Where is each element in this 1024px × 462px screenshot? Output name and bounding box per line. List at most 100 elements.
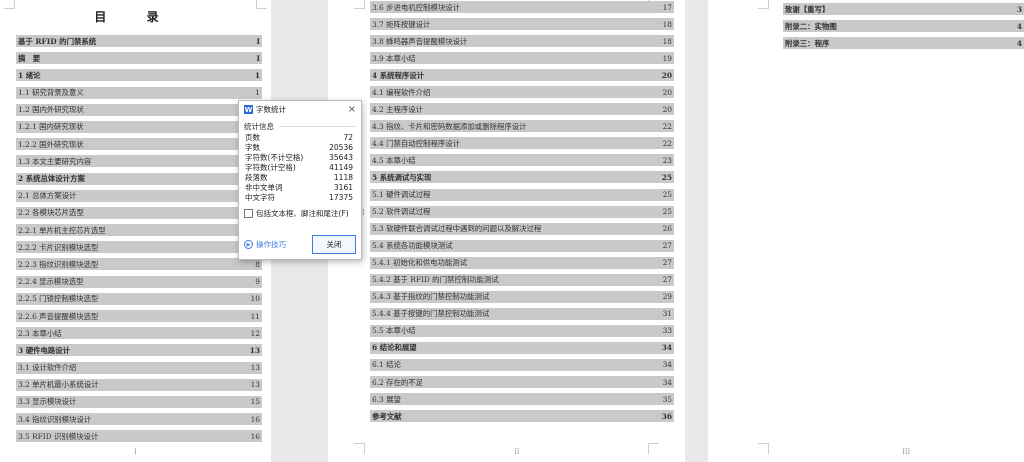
toc-entry-page: 10 xyxy=(250,294,260,304)
toc-entry[interactable]: 3.6 步进电机控制模块设计 17 xyxy=(370,1,674,13)
toc-entry[interactable]: 5 系统调试与实现 25 xyxy=(370,171,674,184)
close-icon[interactable]: × xyxy=(348,104,356,115)
toc-entry[interactable]: 2.2 各模块芯片选型3 xyxy=(16,206,262,219)
toc-entry[interactable]: 3.8 蜂鸣器声音提醒模块设计 18 xyxy=(370,35,674,48)
page-footer-number: II xyxy=(514,448,520,456)
toc-entry[interactable]: 6.2 存在的不足 34 xyxy=(370,376,674,389)
toc-entry[interactable]: 6.1 结论 34 xyxy=(370,358,674,371)
document-page-1: 目 录 基于 RFID 的门禁系统 I 摘 要I1 绪论 1 1.1 研究背景及意义 1 1… xyxy=(0,0,271,462)
toc-entry-label: 1.2 国内外研究现状 xyxy=(18,105,84,115)
toc-entry[interactable]: 1.3 本文主要研究内容2 xyxy=(16,155,262,168)
toc-entry-page: 34 xyxy=(662,377,672,387)
toc-entry-page: 8 xyxy=(255,259,260,269)
toc-entry[interactable]: 致谢【重写】 3 xyxy=(783,3,1024,15)
toc-entry[interactable]: 附录三：程序 4 xyxy=(783,37,1024,50)
dialog-header[interactable]: W 字数统计 × xyxy=(239,101,361,118)
toc-entry[interactable]: 5.1 硬件调试过程 25 xyxy=(370,188,674,201)
stats-row: 字数 20536 xyxy=(239,143,361,153)
toc-entry[interactable]: 1.1 研究背景及意义 1 xyxy=(16,86,262,99)
toc-entry[interactable]: 6.3 展望 35 xyxy=(370,393,674,406)
toc-entry[interactable]: 2.2.4 显示模块选型 9 xyxy=(16,275,262,288)
toc-entry-label: 6 结论和展望 xyxy=(372,343,417,353)
toc-entry[interactable]: 5.5 本章小结 33 xyxy=(370,324,674,337)
toc-entry[interactable]: 6 结论和展望 34 xyxy=(370,341,674,354)
include-textbox-checkbox[interactable] xyxy=(244,209,253,218)
toc-entry-label: 附录三：程序 xyxy=(785,38,830,48)
toc-entry[interactable]: 4.2 主程序设计 20 xyxy=(370,103,674,116)
toc-entry-page: I xyxy=(256,53,260,63)
toc-entry-page: 12 xyxy=(250,328,260,338)
stat-value: 20536 xyxy=(329,143,353,152)
toc-entry[interactable]: 5.4.4 基于按键的门禁控制功能测试 31 xyxy=(370,307,674,320)
toc-entry[interactable]: 基于 RFID 的门禁系统 I xyxy=(16,35,262,47)
toc-entry[interactable]: 参考文献 36 xyxy=(370,410,674,423)
toc-entry[interactable]: 3.7 矩阵按键设计 18 xyxy=(370,18,674,31)
stats-section-label: 统计信息 xyxy=(244,122,274,131)
toc-entry[interactable]: 5.2 软件调试过程 25 xyxy=(370,205,674,218)
toc-entry[interactable]: 2.2.1 单片机主控芯片选型4 xyxy=(16,224,262,237)
dialog-title: 字数统计 xyxy=(256,105,286,114)
toc-entry[interactable]: 2 系统总体设计方案3 xyxy=(16,172,262,185)
toc-entry[interactable]: 5.3 软硬件联合调试过程中遇到的问题以及解决过程 26 xyxy=(370,222,674,235)
toc-entry-page: 25 xyxy=(662,207,672,217)
stats-table: 页数 72 字数 20536 字符数(不计空格) 35643 字符数(计空格) 41149 段落… xyxy=(239,133,361,203)
toc-entry-label: 摘 要 xyxy=(18,53,41,63)
toc-entry-label: 6.1 结论 xyxy=(372,360,401,370)
toc-entry[interactable]: 3.1 设计软件介绍 13 xyxy=(16,361,262,374)
toc-entry[interactable]: 2.2.6 声音提醒模块选型 11 xyxy=(16,310,262,322)
tips-label: 操作技巧 xyxy=(256,240,286,249)
toc-entry[interactable]: 3.2 单片机最小系统设计 13 xyxy=(16,378,262,391)
toc-entry-page: 13 xyxy=(250,363,260,373)
toc-entry[interactable]: 3.9 本章小结 19 xyxy=(370,52,674,65)
toc-entry-label: 2.2.4 显示模块选型 xyxy=(18,277,84,287)
toc-entry-label: 2.3 本章小结 xyxy=(18,328,62,338)
toc-entry[interactable]: 5.4.2 基于 RFID 的门禁控制功能测试 27 xyxy=(370,273,674,286)
include-textbox-checkbox-row[interactable]: 包括文本框、脚注和尾注(F) xyxy=(239,203,361,219)
toc-entry[interactable]: 5.4 系统各功能模块测试 27 xyxy=(370,239,674,252)
toc-list: 致谢【重写】 3 附录二：实物图 4 附录三：程序 4 xyxy=(783,3,1024,55)
toc-entry[interactable]: 3 硬件电路设计 13 xyxy=(16,344,262,357)
toc-entry[interactable]: 1 绪论 1 xyxy=(16,69,262,82)
toc-entry[interactable]: 1.2.1 国内研究现状1 xyxy=(16,120,262,133)
toc-entry-label: 5.4 系统各功能模块测试 xyxy=(372,241,453,251)
toc-entry[interactable]: 5.4.3 基于指纹的门禁控制功能测试 29 xyxy=(370,290,674,303)
stat-label: 非中文单词 xyxy=(245,183,283,192)
toc-entry-page: 22 xyxy=(662,121,672,131)
toc-entry-label: 1.1 研究背景及意义 xyxy=(18,88,84,98)
toc-entry[interactable]: 2.1 总体方案设计3 xyxy=(16,189,262,202)
toc-entry[interactable]: 1.2 国内外研究现状1 xyxy=(16,103,262,116)
toc-entry-label: 5.1 硬件调试过程 xyxy=(372,190,431,200)
toc-entry[interactable]: 4.5 本章小结 23 xyxy=(370,154,674,167)
stat-value: 3161 xyxy=(333,183,353,192)
toc-entry-label: 5.2 软件调试过程 xyxy=(372,207,431,217)
wps-writer-icon: W xyxy=(244,105,253,114)
toc-entry[interactable]: 4.4 门禁自动控制程序设计 22 xyxy=(370,137,674,150)
toc-entry-page: 1 xyxy=(254,70,260,80)
toc-entry[interactable]: 2.2.3 指纹识别模块选型 8 xyxy=(16,258,262,271)
toc-entry[interactable]: 4.3 指纹、卡片和密码数据添加或删除程序设计 22 xyxy=(370,120,674,133)
stat-label: 字符数(计空格) xyxy=(245,163,296,172)
toc-entry[interactable]: 3.3 显示模块设计 15 xyxy=(16,395,262,408)
toc-entry-label: 3.9 本章小结 xyxy=(372,53,416,63)
toc-entry[interactable]: 2.2.2 卡片识别模块选型6 xyxy=(16,241,262,254)
toc-entry[interactable]: 4.1 编程软件介绍 20 xyxy=(370,86,674,99)
toc-entry[interactable]: 4 系统程序设计 20 xyxy=(370,69,674,82)
toc-entry[interactable]: 5.4.1 初始化和供电功能测试 27 xyxy=(370,256,674,269)
toc-entry[interactable]: 3.5 RFID 识别模块设计 16 xyxy=(16,430,262,443)
tips-link[interactable]: ▶ 操作技巧 xyxy=(244,239,286,250)
toc-entry-page: 27 xyxy=(662,241,672,251)
toc-entry[interactable]: 摘 要I xyxy=(16,52,262,65)
toc-list: 3.6 步进电机控制模块设计 17 3.7 矩阵按键设计 18 3.8 蜂鸣器声音提醒模… xyxy=(370,1,674,427)
toc-entry[interactable]: 2.2.5 门锁控制模块选型 10 xyxy=(16,292,262,305)
toc-entry[interactable]: 附录二：实物图 4 xyxy=(783,20,1024,33)
toc-entry[interactable]: 1.2.2 国外研究现状1 xyxy=(16,138,262,151)
toc-entry-label: 4.4 门禁自动控制程序设计 xyxy=(372,138,461,148)
play-icon: ▶ xyxy=(244,240,253,249)
close-button[interactable]: 关闭 xyxy=(312,235,356,254)
toc-entry[interactable]: 3.4 指纹识别模块设计 16 xyxy=(16,413,262,426)
toc-entry-label: 3.5 RFID 识别模块设计 xyxy=(18,431,99,441)
toc-entry-page: 33 xyxy=(662,326,672,336)
toc-entry[interactable]: 2.3 本章小结 12 xyxy=(16,327,262,340)
toc-entry-label: 1 绪论 xyxy=(18,70,41,80)
word-count-dialog: W 字数统计 × 统计信息 页数 72 字数 20536 字符数(不计空格) 35643 字… xyxy=(238,100,362,260)
